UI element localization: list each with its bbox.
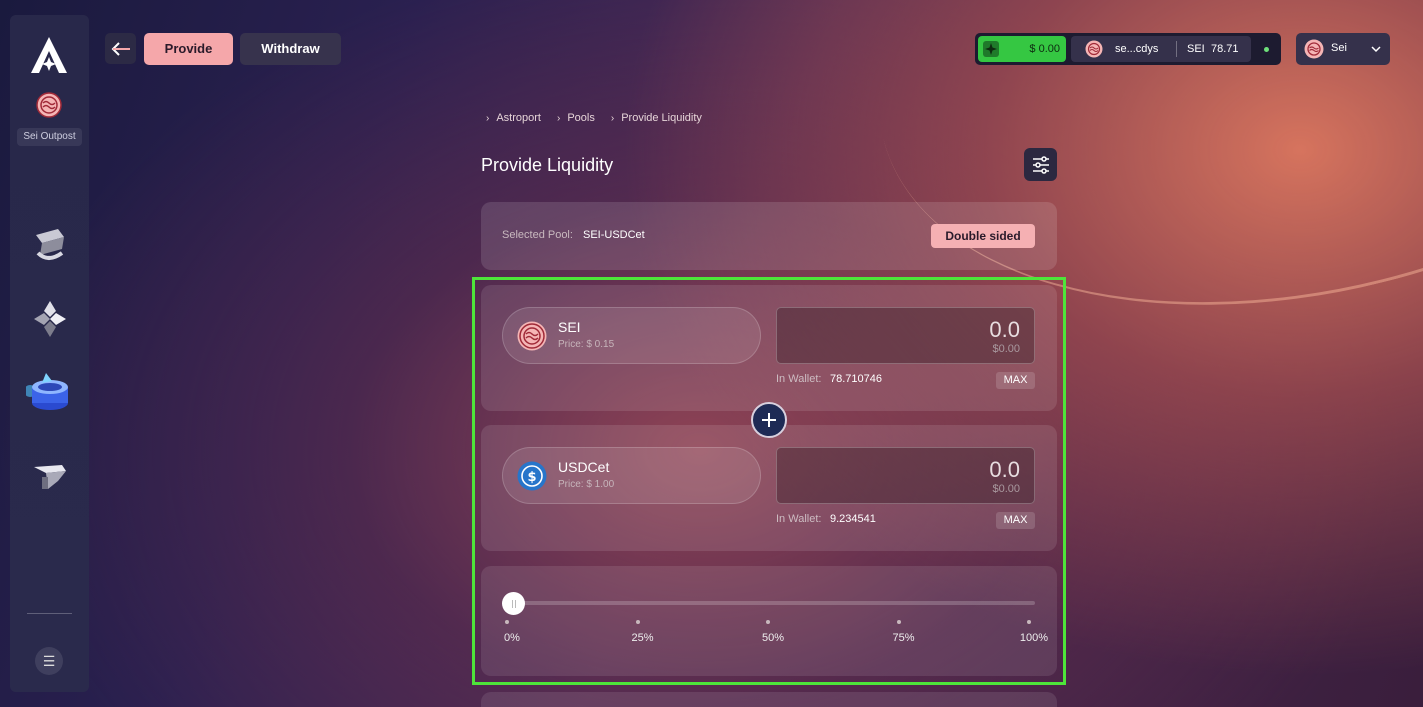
amount-input[interactable]: 0.0 $0.00 [776, 307, 1035, 364]
sei-icon[interactable] [36, 92, 62, 118]
token-price: Price: $ 1.00 [558, 479, 615, 490]
chevron-down-icon [1371, 46, 1381, 53]
sidebar: Sei Outpost ☰ [10, 15, 89, 692]
breadcrumb-item-current: › Provide Liquidity [610, 112, 702, 124]
astroport-logo-icon[interactable] [27, 35, 71, 75]
double-sided-button[interactable]: Double sided [931, 224, 1035, 248]
tab-withdraw[interactable]: Withdraw [240, 33, 341, 65]
in-wallet-balance: 78.710746 [830, 373, 882, 385]
page-title: Provide Liquidity [481, 155, 614, 175]
selected-pool-card: Selected Pool: SEI-USDCet Double sided [481, 202, 1057, 270]
sei-icon [1085, 40, 1103, 58]
wallet-token: SEI [1187, 43, 1205, 55]
tab-provide[interactable]: Provide [144, 33, 233, 65]
amount-input[interactable]: 0.0 $0.00 [776, 447, 1035, 504]
add-token-button [751, 402, 787, 438]
percentage-slider-card: 0% 25% 50% 75% 100% [481, 566, 1057, 676]
sliders-icon [1032, 155, 1049, 174]
settings-button[interactable] [1024, 148, 1057, 181]
wallet-bar[interactable]: $ 0.00 se...cdys SEI 78.71 [975, 33, 1281, 65]
divider [1176, 41, 1177, 57]
slider-tick [896, 620, 901, 624]
plus-icon [762, 413, 776, 427]
selected-pool-label: Selected Pool: [502, 229, 573, 241]
slider-tick-label[interactable]: 25% [631, 632, 653, 644]
token-price: Price: $ 0.15 [558, 339, 615, 350]
token-input-card: $ USDCet Price: $ 1.00 0.0 $0.00 In Wall… [481, 425, 1057, 551]
breadcrumb-item[interactable]: › Pools [557, 112, 595, 124]
slider-tick [635, 620, 640, 624]
usd-balance-chip[interactable]: $ 0.00 [978, 36, 1066, 62]
in-wallet-label: In Wallet: [776, 513, 822, 525]
network-label: Sei [1331, 42, 1347, 54]
breadcrumb-item[interactable]: › Astroport [486, 112, 541, 124]
token-symbol: USDCet [558, 459, 610, 475]
amount-value: 0.0 [989, 457, 1020, 482]
connection-status-dot [1264, 47, 1269, 52]
slider-tick-label[interactable]: 75% [892, 632, 914, 644]
max-button[interactable]: MAX [996, 512, 1035, 529]
chevron-right-icon: › [556, 112, 561, 124]
back-button[interactable] [105, 33, 136, 64]
in-wallet-label: In Wallet: [776, 373, 822, 385]
slider-tick [766, 620, 770, 624]
amount-usd: $0.00 [992, 343, 1020, 355]
pools-nav-icon[interactable] [28, 297, 72, 341]
slider-tick-label[interactable]: 50% [762, 632, 784, 644]
amount-value: 0.0 [989, 317, 1020, 342]
wallet-balance: 78.71 [1211, 43, 1239, 55]
bridge-nav-icon[interactable] [28, 455, 72, 499]
slider-thumb[interactable] [502, 592, 525, 615]
outpost-label[interactable]: Sei Outpost [17, 128, 82, 146]
breadcrumb: › Astroport › Pools › Provide Liquidity [486, 112, 718, 124]
selected-pool-value: SEI-USDCet [583, 229, 645, 241]
slider-tick-label[interactable]: 0% [504, 632, 520, 644]
token-input-card: SEI Price: $ 0.15 0.0 $0.00 In Wallet: 7… [481, 285, 1057, 411]
swap-nav-icon[interactable] [28, 223, 72, 267]
slider-tick-label[interactable]: 100% [1020, 632, 1048, 644]
arrow-left-icon [111, 41, 130, 56]
slider-track[interactable] [514, 601, 1035, 605]
max-button[interactable]: MAX [996, 372, 1035, 389]
token-symbol: SEI [558, 319, 581, 335]
usdc-token-icon: $ [517, 461, 547, 491]
token-selector[interactable]: SEI Price: $ 0.15 [502, 307, 761, 364]
sei-icon [1304, 39, 1324, 59]
chevron-right-icon: › [610, 112, 615, 124]
sparkle-icon [983, 41, 999, 57]
svg-text:$: $ [527, 470, 536, 485]
chevron-right-icon: › [486, 112, 490, 124]
sei-token-icon [517, 321, 547, 351]
in-wallet-balance: 9.234541 [830, 513, 876, 525]
amount-usd: $0.00 [992, 483, 1020, 495]
slider-tick [1027, 620, 1031, 624]
liquidity-nav-icon[interactable] [26, 367, 74, 415]
hamburger-menu-icon[interactable]: ☰ [35, 647, 63, 675]
slider-tick [505, 620, 509, 624]
token-selector[interactable]: $ USDCet Price: $ 1.00 [502, 447, 761, 504]
network-selector[interactable]: Sei [1296, 33, 1390, 65]
usd-balance: $ 0.00 [1029, 43, 1060, 55]
sidebar-divider [27, 613, 72, 614]
summary-card [481, 692, 1057, 707]
wallet-address: se...cdys [1115, 43, 1159, 55]
wallet-address-chip[interactable]: se...cdys SEI 78.71 [1071, 36, 1251, 62]
